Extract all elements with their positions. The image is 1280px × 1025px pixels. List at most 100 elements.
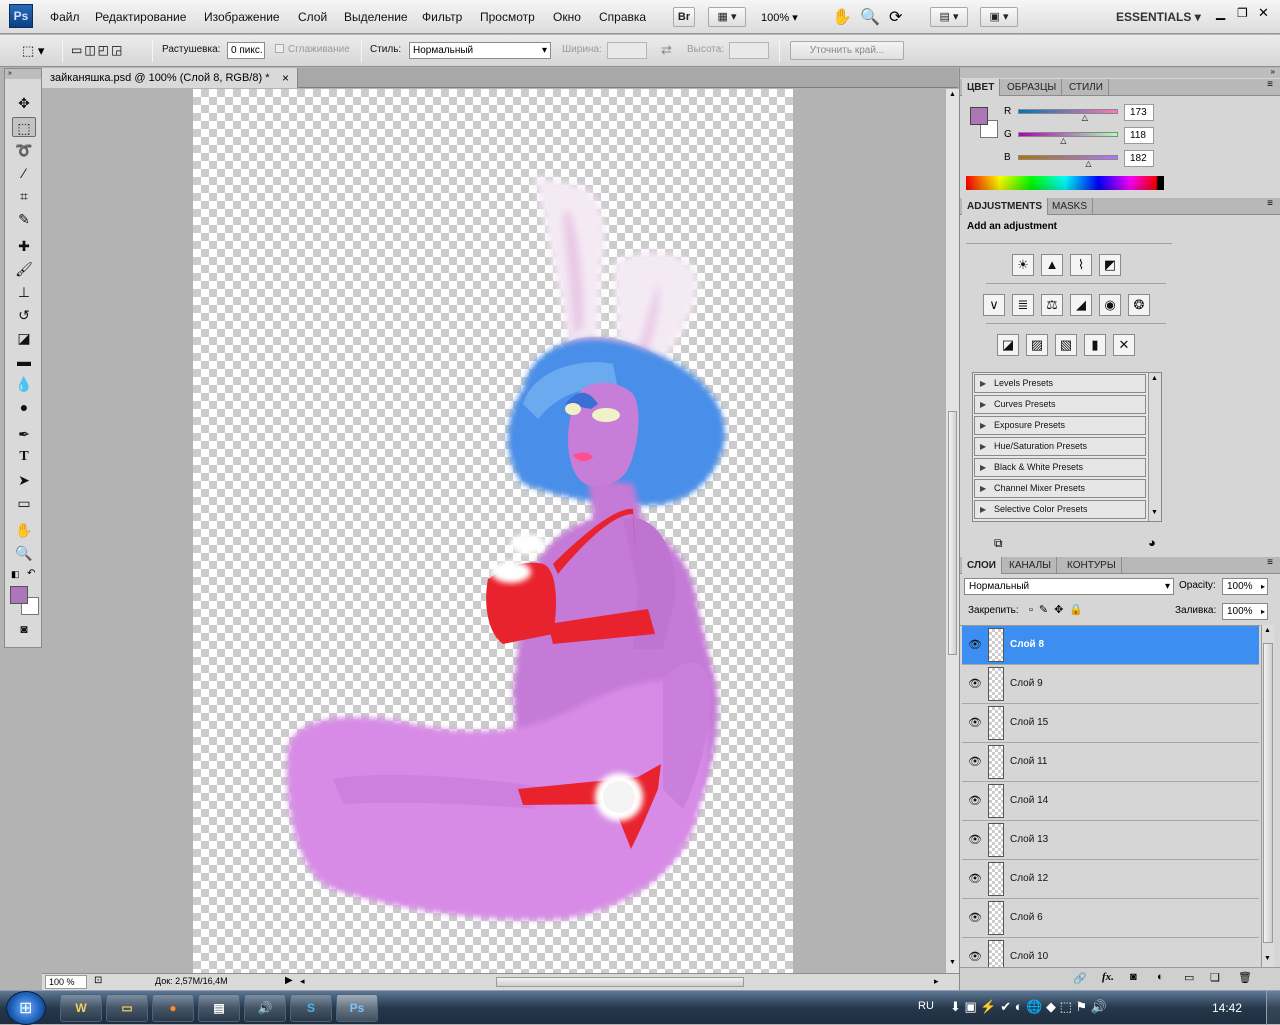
vibrance-icon[interactable]: ∨ (983, 294, 1005, 316)
menu-image[interactable]: Изображение (204, 10, 280, 24)
channel-b-value[interactable]: 182 (1124, 150, 1154, 167)
eye-icon[interactable]: 👁 (968, 794, 982, 807)
layer-row[interactable]: 👁 Слой 10 (962, 938, 1259, 967)
screen-mode-button[interactable]: ▣ ▾ (980, 7, 1018, 27)
canvas-artboard[interactable] (193, 89, 793, 973)
panel-menu-icon[interactable]: ≡ (1267, 198, 1273, 209)
height-input[interactable] (729, 42, 769, 59)
channel-r-value[interactable]: 173 (1124, 104, 1154, 121)
scroll-left-arrow-icon[interactable]: ◂ (300, 976, 305, 987)
layer-row[interactable]: 👁 Слой 13 (962, 821, 1259, 860)
eye-icon[interactable]: 👁 (968, 677, 982, 690)
link-layers-icon[interactable]: 🔗 (1073, 972, 1087, 985)
channel-g-thumb[interactable]: △ (1060, 136, 1066, 145)
channel-g-value[interactable]: 118 (1124, 127, 1154, 144)
foreground-color-swatch[interactable] (10, 586, 28, 604)
zoom-tool-icon[interactable]: 🔍 (860, 7, 880, 27)
layers-scroll-thumb[interactable] (1263, 643, 1273, 943)
taskbar-app-firefox[interactable]: ● (152, 994, 194, 1022)
layers-scrollbar[interactable]: ▲ ▼ (1261, 625, 1274, 967)
selective-color-icon[interactable]: ✕ (1113, 334, 1135, 356)
tab-styles[interactable]: СТИЛИ (1064, 79, 1109, 96)
hand-tool-icon[interactable]: ✋ (832, 7, 852, 27)
scroll-down-arrow-icon[interactable]: ▼ (949, 959, 956, 966)
pen-tool-icon[interactable]: ✒ (12, 424, 36, 444)
rect-marquee-tool-icon[interactable]: ⬚ (12, 117, 36, 137)
eye-icon[interactable]: 👁 (968, 950, 982, 963)
curves-icon[interactable]: ⌇ (1070, 254, 1092, 276)
refine-edge-button[interactable]: Уточнить край... (790, 41, 904, 60)
chevron-right-icon[interactable]: ▸ (1261, 604, 1265, 619)
menu-layer[interactable]: Слой (298, 10, 327, 24)
layer-row[interactable]: 👁 Слой 9 (962, 665, 1259, 704)
lock-icons[interactable]: ▫✎✥🔒 (1029, 603, 1089, 616)
shape-tool-icon[interactable]: ▭ (12, 493, 36, 513)
status-menu-arrow-icon[interactable]: ▶ (285, 975, 293, 986)
healing-brush-tool-icon[interactable]: ✚ (12, 236, 36, 256)
panel-menu-icon[interactable]: ≡ (1267, 557, 1273, 568)
eye-icon[interactable]: 👁 (968, 911, 982, 924)
preset-item[interactable]: ▶ Exposure Presets (974, 416, 1146, 435)
chevron-right-icon[interactable]: ▸ (1261, 579, 1265, 594)
brightness-contrast-icon[interactable]: ☀ (1012, 254, 1034, 276)
scroll-right-arrow-icon[interactable]: ▸ (934, 976, 939, 987)
show-desktop-button[interactable] (1266, 991, 1280, 1025)
swap-colors-icon[interactable]: ↶ (27, 568, 35, 579)
horizontal-scroll-thumb[interactable] (496, 977, 744, 987)
lasso-tool-icon[interactable]: ➰ (12, 140, 36, 160)
style-select[interactable]: Нормальный ▾ (409, 42, 551, 59)
dodge-tool-icon[interactable]: ● (12, 397, 36, 417)
exposure-icon[interactable]: ◩ (1099, 254, 1121, 276)
taskbar-app-explorer[interactable]: ▭ (106, 994, 148, 1022)
menu-filter[interactable]: Фильтр (422, 10, 462, 24)
menu-window[interactable]: Окно (553, 10, 581, 24)
layer-style-fx-icon[interactable]: fx. (1102, 971, 1114, 983)
move-tool-icon[interactable]: ✥ (12, 93, 36, 113)
threshold-icon[interactable]: ▧ (1055, 334, 1077, 356)
tab-adjustments[interactable]: ADJUSTMENTS (962, 198, 1049, 215)
color-spectrum-ramp[interactable] (966, 176, 1164, 190)
start-button[interactable]: ⊞ (6, 991, 46, 1025)
tab-channels[interactable]: КАНАЛЫ (1004, 557, 1058, 574)
add-mask-icon[interactable]: ◙ (1130, 971, 1137, 983)
color-balance-icon[interactable]: ⚖ (1041, 294, 1063, 316)
canvas-vertical-scrollbar[interactable]: ▲ ▼ (945, 89, 959, 973)
scroll-up-arrow-icon[interactable]: ▲ (1264, 627, 1271, 634)
new-layer-icon[interactable]: ❏ (1210, 971, 1220, 984)
quick-mask-icon[interactable]: ◙ (12, 619, 36, 639)
swap-icon[interactable]: ⇄ (661, 42, 672, 58)
feather-input[interactable]: 0 пикс. (227, 42, 265, 59)
layer-row[interactable]: 👁 Слой 12 (962, 860, 1259, 899)
adjustment-layer-icon[interactable]: ◐ (1157, 971, 1164, 983)
magic-wand-tool-icon[interactable]: ⁄ (12, 163, 36, 183)
clip-to-layer-icon[interactable]: ⧉ (994, 536, 1003, 551)
status-options-icon[interactable]: ⊡ (94, 975, 102, 986)
channel-b-slider[interactable] (1018, 155, 1118, 160)
tray-icons[interactable]: ⬇ ▣ ⚡ ✔ ◐ 🌐 ◆ ⬚ ⚑ 🔊 (950, 999, 1107, 1015)
black-white-icon[interactable]: ◢ (1070, 294, 1092, 316)
view-extras-button[interactable]: ▦ ▾ (708, 7, 746, 27)
zoom-tool-icon[interactable]: 🔍 (12, 543, 36, 563)
zoom-level-dropdown[interactable]: 100% ▾ (761, 11, 798, 24)
tab-color[interactable]: ЦВЕТ (962, 79, 1001, 96)
menu-edit[interactable]: Редактирование (95, 10, 186, 24)
bridge-button[interactable]: Br (673, 7, 695, 27)
view-previous-state-icon[interactable]: ◕ (1148, 535, 1156, 550)
taskbar-app-skype[interactable]: S (290, 994, 332, 1022)
preset-item[interactable]: ▶ Levels Presets (974, 374, 1146, 393)
toolbox-collapse-icon[interactable]: » (5, 69, 41, 79)
taskbar-app-photoshop[interactable]: Ps (336, 994, 378, 1022)
document-tab[interactable]: зайканяшка.psd @ 100% (Слой 8, RGB/8) * … (42, 68, 298, 88)
layer-row[interactable]: 👁 Слой 8 (962, 626, 1259, 665)
default-colors-icon[interactable]: ◧ (11, 569, 20, 580)
gradient-map-icon[interactable]: ▮ (1084, 334, 1106, 356)
menu-select[interactable]: Выделение (344, 10, 408, 24)
eye-icon[interactable]: 👁 (968, 638, 982, 651)
preset-item[interactable]: ▶ Channel Mixer Presets (974, 479, 1146, 498)
crop-tool-icon[interactable]: ⌗ (12, 186, 36, 206)
eye-icon[interactable]: 👁 (968, 872, 982, 885)
type-tool-icon[interactable]: T (12, 447, 36, 467)
menu-view[interactable]: Просмотр (480, 10, 535, 24)
taskbar-app-notepad[interactable]: ▤ (198, 994, 240, 1022)
gradient-tool-icon[interactable]: ▬ (12, 351, 36, 371)
